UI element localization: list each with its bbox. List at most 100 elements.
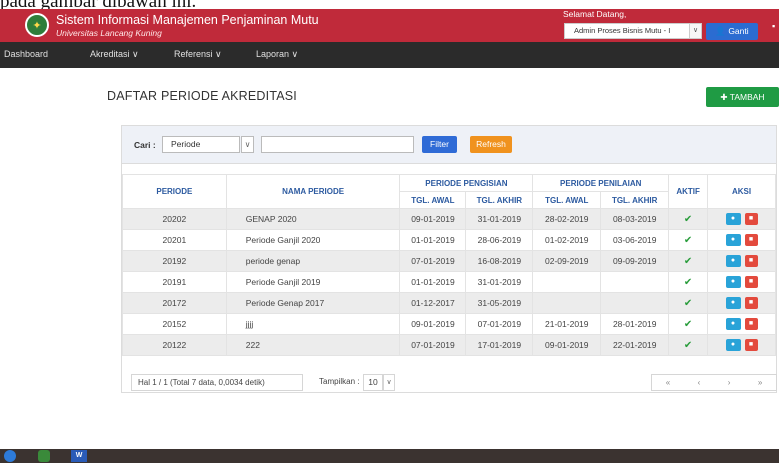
cell-nilai-akhir <box>600 292 670 314</box>
trash-icon[interactable]: ■ <box>744 276 758 288</box>
prev-page-button[interactable]: ‹ <box>698 378 701 387</box>
cell-nilai-awal: 28-02-2019 <box>532 208 602 230</box>
cell-isi-awal: 07-01-2019 <box>399 334 467 356</box>
nav-akreditasi[interactable]: Akreditasi ∨ <box>90 42 139 68</box>
trash-icon[interactable]: ■ <box>744 297 758 309</box>
col-periode[interactable]: PERIODE <box>122 174 227 209</box>
cell-aksi: ● ■ <box>707 334 776 356</box>
check-icon: ✔ <box>683 234 693 246</box>
ganti-button[interactable]: 👤 Ganti <box>706 23 758 40</box>
pagination-info: Hal 1 / 1 (Total 7 data, 0,0034 detik) <box>131 374 303 391</box>
cell-isi-awal: 01-01-2019 <box>399 271 467 293</box>
word-icon[interactable]: W <box>71 450 87 462</box>
menu-icon[interactable]: ▪ <box>772 21 775 31</box>
check-icon: ✔ <box>683 339 693 351</box>
nav-referensi[interactable]: Referensi ∨ <box>174 42 222 68</box>
cell-isi-akhir: 07-01-2019 <box>465 313 534 335</box>
table-row: 20202 GENAP 2020 09-01-2019 31-01-2019 2… <box>122 208 776 230</box>
cell-nilai-awal: 02-09-2019 <box>532 250 602 272</box>
cell-aksi: ● ■ <box>707 292 776 314</box>
cell-isi-akhir: 31-05-2019 <box>465 292 534 314</box>
filter-button[interactable]: Filter <box>422 136 457 153</box>
check-icon: ✔ <box>683 255 693 267</box>
cell-isi-awal: 09-01-2019 <box>399 208 467 230</box>
check-icon: ✔ <box>683 318 693 330</box>
university-logo: ✦ <box>25 13 49 37</box>
cari-label: Cari : <box>134 140 156 150</box>
cell-nilai-akhir: 08-03-2019 <box>600 208 670 230</box>
next-page-button[interactable]: › <box>728 378 731 387</box>
col-nama-periode[interactable]: NAMA PERIODE <box>225 174 401 209</box>
cell-nama: Periode Ganjil 2020 <box>225 229 401 251</box>
tambah-label: TAMBAH <box>729 92 765 102</box>
cell-aksi: ● ■ <box>707 313 776 335</box>
welcome-text: Selamat Datang, <box>563 9 627 19</box>
cell-nilai-akhir: 09-09-2019 <box>600 250 670 272</box>
eye-icon[interactable]: ● <box>725 318 741 330</box>
ganti-label: Ganti <box>728 26 749 36</box>
table-row: 20192 periode genap 07-01-2019 16-08-201… <box>122 250 776 272</box>
trash-icon[interactable]: ■ <box>744 213 758 225</box>
role-select[interactable]: Admin Proses Bisnis Mutu - I ∨ <box>564 23 702 39</box>
periode-table: PERIODE NAMA PERIODE PERIODE PENGISIAN P… <box>122 174 776 356</box>
cell-nilai-awal <box>532 292 602 314</box>
trash-icon[interactable]: ■ <box>744 255 758 267</box>
cell-isi-awal: 07-01-2019 <box>399 250 467 272</box>
trash-icon[interactable]: ■ <box>744 234 758 246</box>
tambah-button[interactable]: ✚ TAMBAH <box>706 87 779 107</box>
table-row: 20191 Periode Ganjil 2019 01-01-2019 31-… <box>122 271 776 293</box>
role-value: Admin Proses Bisnis Mutu - I <box>574 26 671 35</box>
cell-nilai-awal: 09-01-2019 <box>532 334 602 356</box>
search-input[interactable] <box>261 136 414 153</box>
cell-nilai-awal <box>532 271 602 293</box>
col-penilaian-awal: TGL. AWAL <box>532 191 602 209</box>
cell-periode: 20192 <box>122 250 227 272</box>
app-subtitle: Universitas Lancang Kuning <box>56 28 162 38</box>
col-penilaian-akhir: TGL. AKHIR <box>600 191 670 209</box>
main-nav: Dashboard Akreditasi ∨ Referensi ∨ Lapor… <box>0 42 779 68</box>
refresh-button[interactable]: Refresh <box>470 136 512 153</box>
last-page-button[interactable]: » <box>758 378 762 387</box>
trash-icon[interactable]: ■ <box>744 339 758 351</box>
eye-icon[interactable]: ● <box>725 276 741 288</box>
plus-icon: ✚ <box>720 92 728 102</box>
cell-nilai-akhir: 03-06-2019 <box>600 229 670 251</box>
eye-icon[interactable]: ● <box>725 297 741 309</box>
nav-laporan[interactable]: Laporan ∨ <box>256 42 298 68</box>
cell-periode: 20202 <box>122 208 227 230</box>
col-pengisian-awal: TGL. AWAL <box>399 191 467 209</box>
col-aktif: AKTIF <box>668 174 709 209</box>
cell-isi-akhir: 16-08-2019 <box>465 250 534 272</box>
eye-icon[interactable]: ● <box>725 255 741 267</box>
cell-nama: periode genap <box>225 250 401 272</box>
filter-bar: Cari : Periode ∨ Filter Refresh <box>122 126 776 164</box>
cell-aksi: ● ■ <box>707 229 776 251</box>
search-field-select[interactable]: Periode <box>162 136 240 153</box>
eye-icon[interactable]: ● <box>725 234 741 246</box>
cell-nama: GENAP 2020 <box>225 208 401 230</box>
nav-dashboard[interactable]: Dashboard <box>4 42 48 68</box>
table-row: 20201 Periode Ganjil 2020 01-01-2019 28-… <box>122 229 776 251</box>
cell-periode: 20122 <box>122 334 227 356</box>
check-icon: ✔ <box>683 213 693 225</box>
col-periode-pengisian: PERIODE PENGISIAN <box>399 174 534 192</box>
chevron-down-icon[interactable]: ∨ <box>241 136 254 153</box>
col-pengisian-akhir: TGL. AKHIR <box>465 191 534 209</box>
cell-aksi: ● ■ <box>707 250 776 272</box>
trash-icon[interactable]: ■ <box>744 318 758 330</box>
chevron-down-icon[interactable]: ∨ <box>383 374 395 391</box>
eye-icon[interactable]: ● <box>725 213 741 225</box>
cell-isi-akhir: 17-01-2019 <box>465 334 534 356</box>
page-size-label: Tampilkan : <box>319 377 360 386</box>
top-header: ✦ Sistem Informasi Manajemen Penjaminan … <box>0 9 779 42</box>
eye-icon[interactable]: ● <box>725 339 741 351</box>
page-size-select[interactable]: 10 <box>363 374 383 391</box>
cell-periode: 20172 <box>122 292 227 314</box>
cell-periode: 20201 <box>122 229 227 251</box>
cell-nama: Periode Genap 2017 <box>225 292 401 314</box>
app-icon[interactable] <box>38 450 50 462</box>
start-icon[interactable] <box>4 450 16 462</box>
data-panel: Cari : Periode ∨ Filter Refresh PERIODE … <box>121 125 777 393</box>
cell-aksi: ● ■ <box>707 208 776 230</box>
first-page-button[interactable]: « <box>666 378 670 387</box>
